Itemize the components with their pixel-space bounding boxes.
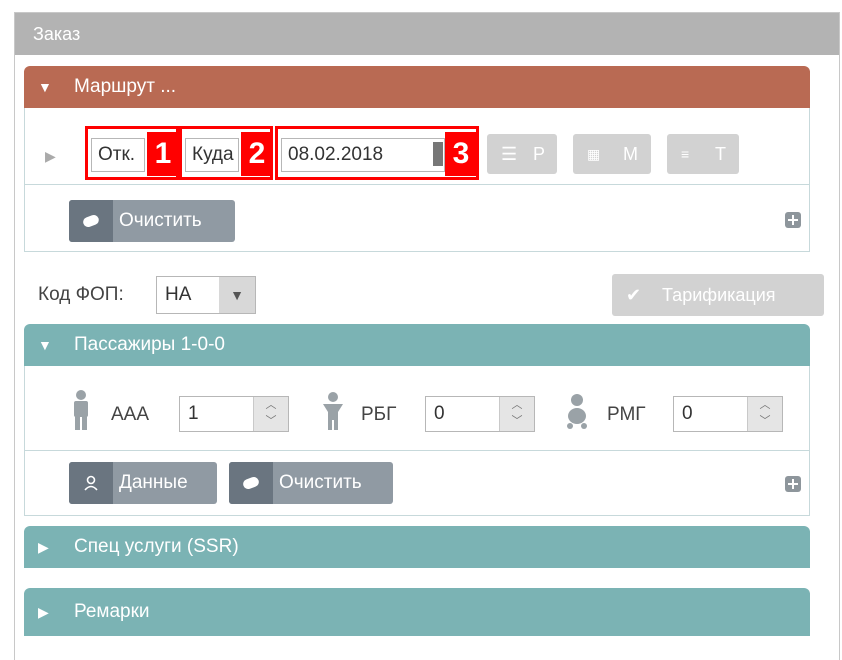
adult-count-stepper[interactable]: 1 ︿ ﹀ [179, 396, 289, 432]
route-t-button[interactable]: ≡ Т [667, 134, 739, 174]
list-icon: ☰ [501, 144, 518, 164]
expand-triangle-icon: ▶ [38, 604, 49, 620]
route-divider [25, 184, 809, 185]
adult-icon [71, 390, 91, 430]
collapse-triangle-icon: ▼ [38, 337, 52, 353]
badge-3: 3 [445, 132, 477, 176]
adult-label: ААА [111, 404, 150, 425]
route-m-button[interactable]: ▦ М [573, 134, 651, 174]
order-panel-title: Заказ [15, 13, 839, 55]
user-icon [69, 462, 113, 504]
route-r-label: Р [533, 144, 546, 164]
route-clear-label: Очистить [119, 210, 202, 231]
child-count-value: 0 [434, 403, 445, 424]
passengers-section-body: ААА 1 ︿ ﹀ РБГ 0 ︿ ﹀ РМГ 0 ︿ ﹀ Данные Очисти… [24, 366, 810, 516]
eraser-icon [229, 462, 273, 504]
expand-triangle-icon: ▶ [38, 539, 49, 555]
passengers-section-title: Пассажиры 1-0-0 [74, 334, 225, 355]
expand-row-icon[interactable]: ▶ [45, 148, 56, 165]
tariff-button[interactable]: ✔ Тарификация [612, 274, 824, 316]
passengers-divider [25, 450, 809, 451]
route-add-icon[interactable] [785, 212, 801, 228]
infant-count-value: 0 [682, 403, 693, 424]
child-label: РБГ [361, 404, 397, 425]
route-r-button[interactable]: ☰ Р [487, 134, 557, 174]
infant-label: РМГ [607, 404, 646, 425]
grid-icon: ▦ [587, 146, 601, 162]
collapse-triangle-icon: ▼ [38, 79, 52, 95]
badge-2: 2 [241, 132, 273, 176]
fop-select[interactable]: НА ▼ [156, 276, 256, 314]
ssr-section-header[interactable]: ▶ Спец услуги (SSR) [24, 526, 810, 568]
route-clear-button[interactable]: Очистить [69, 200, 235, 242]
infant-icon [565, 394, 589, 430]
infant-count-stepper[interactable]: 0 ︿ ﹀ [673, 396, 783, 432]
child-count-stepper[interactable]: 0 ︿ ﹀ [425, 396, 535, 432]
fop-value: НА [165, 284, 192, 305]
passengers-add-icon[interactable] [785, 476, 801, 492]
tariff-list-icon: ≡ [681, 146, 690, 162]
child-icon [321, 392, 345, 430]
passengers-section-header[interactable]: ▼ Пассажиры 1-0-0 [24, 324, 810, 366]
badge-1: 1 [147, 132, 179, 176]
passengers-clear-label: Очистить [279, 472, 362, 493]
remarks-section-title: Ремарки [74, 601, 150, 622]
stepper-arrows-icon[interactable]: ︿ ﹀ [253, 397, 288, 431]
tariff-label: Тарификация [662, 285, 776, 305]
stepper-arrows-icon[interactable]: ︿ ﹀ [747, 397, 782, 431]
eraser-icon [69, 200, 113, 242]
ssr-section-title: Спец услуги (SSR) [74, 536, 239, 557]
passengers-data-button[interactable]: Данные [69, 462, 217, 504]
passengers-clear-button[interactable]: Очистить [229, 462, 393, 504]
remarks-section-header[interactable]: ▶ Ремарки [24, 588, 810, 636]
check-icon: ✔ [626, 285, 642, 305]
route-section-header[interactable]: ▼ Маршрут ... [24, 66, 810, 108]
passengers-data-label: Данные [119, 472, 188, 493]
dropdown-arrow-icon: ▼ [219, 277, 255, 313]
stepper-arrows-icon[interactable]: ︿ ﹀ [499, 397, 534, 431]
fop-label: Код ФОП: [38, 284, 124, 305]
adult-count-value: 1 [188, 403, 199, 424]
route-t-label: Т [715, 144, 726, 164]
route-section-body: ▶ Отк. 1 Куда 2 08.02.2018 3 ☰ Р ▦ М ≡ Т… [24, 108, 810, 252]
route-m-label: М [623, 144, 638, 164]
route-section-title: Маршрут ... [74, 76, 177, 97]
